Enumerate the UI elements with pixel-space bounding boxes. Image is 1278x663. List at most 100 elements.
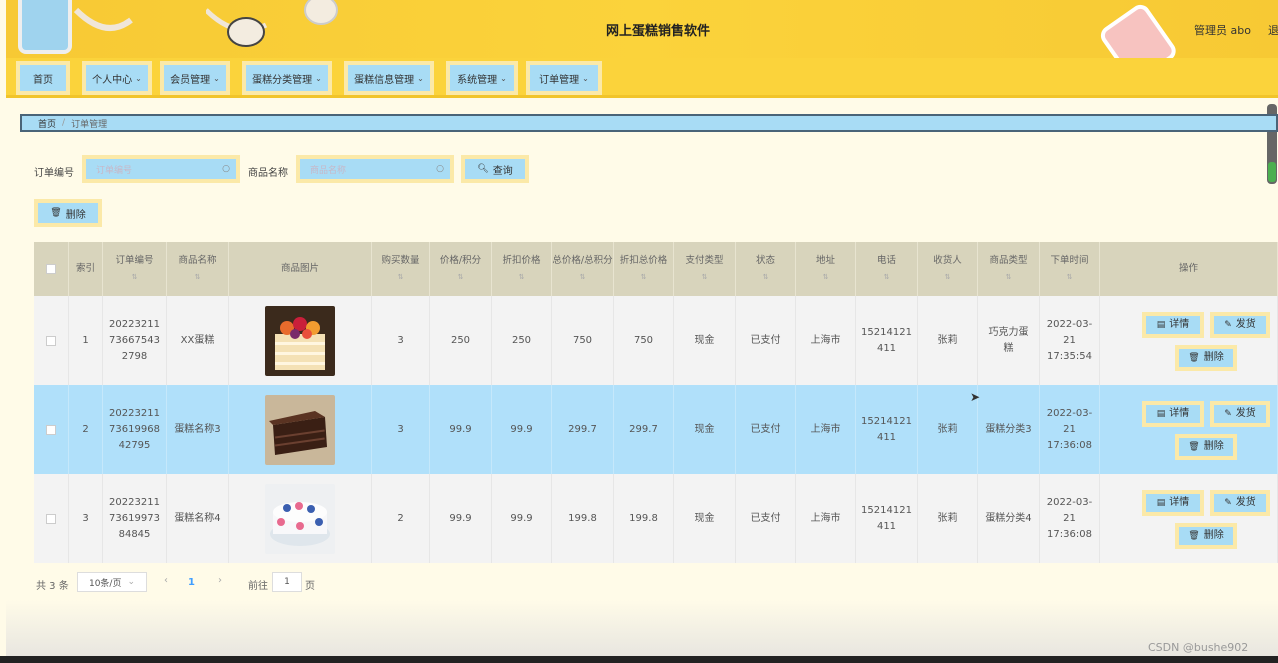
header-pay-type[interactable]: 支付类型 ⇅ [674,242,736,296]
table-row[interactable]: 2 20223211 73619968 42795 蛋糕名称3 3 99.9 9… [34,385,1278,474]
nav-home[interactable]: 首页 [16,61,70,95]
floral-cake-image[interactable] [265,483,335,554]
header-discount-total[interactable]: 折扣总价格 ⇅ [614,242,674,296]
header-address[interactable]: 地址 ⇅ [796,242,856,296]
cell-actions: ▤ 详情 ✎ 发货 🗑︎ 删除 [1100,474,1278,563]
detail-button[interactable]: ▤ 详情 [1142,490,1204,516]
order-no-input[interactable]: 订单编号 ○ [82,155,240,183]
delete-button[interactable]: 🗑︎ 删除 [1175,434,1237,460]
order-no-label: 订单编号 [34,168,74,179]
cell-product-image[interactable] [229,296,372,385]
header-quantity[interactable]: 购买数量 ⇅ [372,242,430,296]
cell-order-no: 20223211 73619968 42795 [103,385,167,474]
goto-page-input[interactable]: 1 [272,572,302,592]
cell-address: 上海市 [796,296,856,385]
header-total-price[interactable]: 总价格/总积分 ⇅ [552,242,614,296]
cell-phone: 15214121 411 [856,296,918,385]
cell-discount-price: 99.9 [492,474,552,563]
cell-pay-type: 现金 [674,385,736,474]
cell-product-image[interactable] [229,474,372,563]
nav-member-management[interactable]: 会员管理 ⌄ [160,61,230,95]
header-phone[interactable]: 电话 ⇅ [856,242,918,296]
cell-receiver: 张莉 [918,296,978,385]
table-row[interactable]: 3 20223211 73619973 84845 蛋糕名称4 2 99.9 9… [34,474,1278,563]
next-page-icon[interactable]: › [218,575,222,586]
chocolate-cake-slice-image[interactable] [265,394,335,465]
cell-total-price: 299.7 [552,385,614,474]
cell-actions: ▤ 详情 ✎ 发货 🗑︎ 删除 [1100,296,1278,385]
header-index: 索引 [69,242,103,296]
chevron-down-icon: ⌄ [417,73,424,83]
header-receiver[interactable]: 收货人 ⇅ [918,242,978,296]
cell-index: 2 [69,385,103,474]
header-product-name[interactable]: 商品名称 ⇅ [167,242,229,296]
header-order-no[interactable]: 订单编号 ⇅ [103,242,167,296]
breadcrumb: 首页 / 订单管理 [20,114,1278,132]
cell-quantity: 3 [372,385,430,474]
cell-index: 3 [69,474,103,563]
header-status[interactable]: 状态 ⇅ [736,242,796,296]
current-page[interactable]: 1 [188,577,195,588]
delete-button[interactable]: 🗑︎ 删除 [1175,345,1237,371]
breadcrumb-current: 订单管理 [71,119,108,130]
trash-icon: 🗑︎ [1188,531,1200,541]
bottom-bar [0,656,1278,663]
batch-delete-button[interactable]: 🗑︎ 删除 [34,199,102,227]
header-price[interactable]: 价格/积分 ⇅ [430,242,492,296]
table-header: 索引 订单编号 ⇅ 商品名称 ⇅ 商品图片 购买数量 ⇅ 价格/积分 ⇅ 折扣价格 ⇅ 总… [34,242,1278,296]
breadcrumb-separator: / [62,118,66,128]
detail-button[interactable]: ▤ 详情 [1142,312,1204,338]
cell-address: 上海市 [796,474,856,563]
delete-button[interactable]: 🗑︎ 删除 [1175,523,1237,549]
document-icon: ▤ [1156,409,1166,419]
header-product-image[interactable]: 商品图片 [229,242,372,296]
document-icon: ▤ [1156,320,1166,330]
ship-button[interactable]: ✎ 发货 [1210,401,1270,427]
edit-icon: ✎ [1224,409,1232,419]
nav-order-management[interactable]: 订单管理 ⌄ [526,61,602,95]
product-name-label: 商品名称 [248,168,288,179]
nav-cake-category-management[interactable]: 蛋糕分类管理 ⌄ [242,61,332,95]
main-nav: 首页 个人中心 ⌄ 会员管理 ⌄ 蛋糕分类管理 ⌄ 蛋糕信息管理 ⌄ 系统管理 ⌄ 订单管… [6,58,1278,98]
chevron-down-icon: ⌄ [582,73,589,83]
cell-address: 上海市 [796,385,856,474]
cell-status: 已支付 [736,474,796,563]
earbuds-decoration-icon [206,0,338,47]
row-checkbox[interactable] [34,474,69,563]
trash-icon: 🗑︎ [1188,353,1200,363]
cell-receiver: 张莉 [918,385,978,474]
edit-icon: ✎ [1224,498,1232,508]
breadcrumb-home[interactable]: 首页 [38,117,56,130]
pagination-total: 共 3 条 [36,581,69,592]
cell-status: 已支付 [736,385,796,474]
select-all-checkbox[interactable] [34,242,69,296]
detail-button[interactable]: ▤ 详情 [1142,401,1204,427]
prev-page-icon[interactable]: ‹ [164,575,168,586]
nav-personal-center[interactable]: 个人中心 ⌄ [82,61,152,95]
cell-product-image[interactable] [229,385,372,474]
ship-button[interactable]: ✎ 发货 [1210,490,1270,516]
cell-order-no: 20223211 73667543 2798 [103,296,167,385]
fruit-layer-cake-image[interactable] [265,305,335,376]
query-button[interactable]: 🔍︎ 查询 [461,155,529,183]
cell-order-no: 20223211 73619973 84845 [103,474,167,563]
table-row[interactable]: 1 20223211 73667543 2798 XX蛋糕 3 250 250 … [34,296,1278,385]
logout-link[interactable]: 退出 [1268,22,1278,38]
row-checkbox[interactable] [34,296,69,385]
search-icon: ○ [436,164,444,174]
product-name-input[interactable]: 商品名称 ○ [296,155,454,183]
cell-actions: ▤ 详情 ✎ 发货 🗑︎ 删除 [1100,385,1278,474]
nav-system-management[interactable]: 系统管理 ⌄ [446,61,518,95]
ship-button[interactable]: ✎ 发货 [1210,312,1270,338]
search-icon: 🔍︎ [477,164,489,174]
scrollbar-thumb[interactable] [1268,162,1276,182]
header-order-time[interactable]: 下单时间 ⇅ [1040,242,1100,296]
nav-cake-info-management[interactable]: 蛋糕信息管理 ⌄ [344,61,434,95]
chevron-down-icon: ⌄ [500,73,507,83]
cell-phone: 15214121 411 [856,474,918,563]
trash-icon: 🗑︎ [50,208,62,218]
header-product-type[interactable]: 商品类型 ⇅ [978,242,1040,296]
row-checkbox[interactable] [34,385,69,474]
header-discount-price[interactable]: 折扣价格 ⇅ [492,242,552,296]
page-size-select[interactable]: 10条/页 ⌄ [77,572,147,592]
